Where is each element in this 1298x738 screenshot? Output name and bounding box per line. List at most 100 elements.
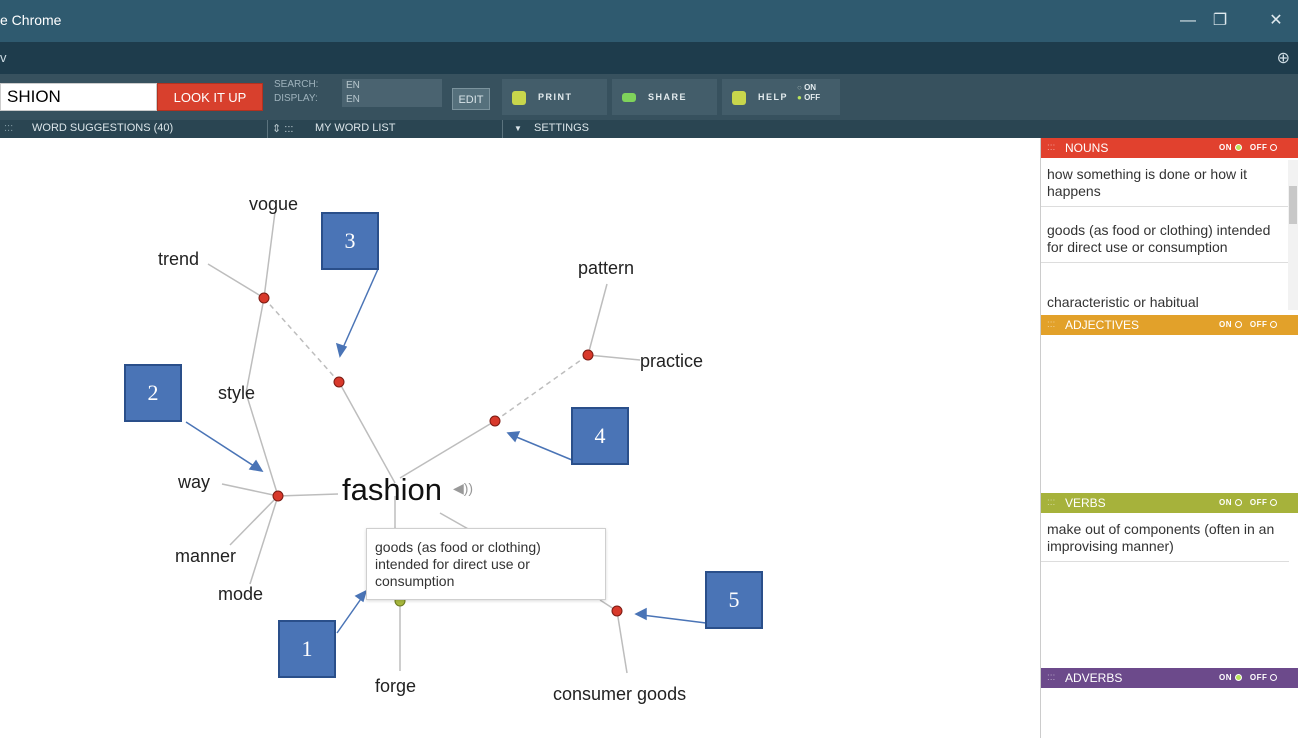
meaning-node[interactable] — [333, 376, 345, 388]
noun-definition[interactable]: goods (as food or clothing) intended for… — [1041, 216, 1289, 263]
display-lang-label: DISPLAY: — [274, 93, 318, 104]
window-title: e Chrome — [0, 12, 62, 28]
nouns-title: NOUNS — [1065, 141, 1109, 155]
print-label: PRINT — [538, 92, 573, 102]
meaning-node[interactable] — [258, 292, 270, 304]
word-pattern[interactable]: pattern — [578, 258, 634, 279]
tab-bar: ::: WORD SUGGESTIONS (40) ⇕ ::: MY WORD … — [0, 120, 1298, 138]
callout-2: 2 — [124, 364, 182, 422]
callout-arrow-5 — [641, 614, 707, 624]
edge-center-1 — [338, 381, 396, 484]
tab-divider — [502, 120, 503, 138]
callout-arrow-2 — [185, 421, 258, 469]
verbs-toggle[interactable]: ON OFF — [1219, 493, 1278, 513]
meaning-node[interactable] — [272, 490, 284, 502]
word-manner[interactable]: manner — [175, 546, 236, 567]
address-bar: v ⊕ — [0, 42, 1298, 74]
word-mode[interactable]: mode — [218, 584, 263, 605]
word-trend[interactable]: trend — [158, 249, 199, 270]
adjectives-title: ADJECTIVES — [1065, 318, 1140, 332]
tab-divider — [267, 120, 268, 138]
callout-1: 1 — [278, 620, 336, 678]
callout-arrowhead-1 — [354, 589, 368, 603]
help-label: HELP — [758, 92, 789, 102]
word-vogue[interactable]: vogue — [249, 194, 298, 215]
toggle-off-label: OFF — [1249, 673, 1268, 682]
address-text[interactable]: v — [0, 50, 7, 65]
callout-arrow-4 — [513, 435, 573, 461]
toggle-on-label: ON — [1219, 143, 1232, 152]
print-button[interactable]: PRINT — [502, 79, 607, 115]
nouns-scrollbar[interactable] — [1288, 160, 1298, 310]
search-lang-value[interactable]: EN — [342, 79, 442, 93]
definitions-panel: ::: NOUNS ON OFF how something is done o… — [1040, 138, 1298, 738]
meaning-node[interactable] — [582, 349, 594, 361]
look-it-up-button[interactable]: LOOK IT UP — [157, 83, 263, 111]
edit-button[interactable]: EDIT — [452, 88, 490, 110]
share-button[interactable]: SHARE — [612, 79, 717, 115]
callout-arrow-3 — [341, 268, 379, 351]
speaker-icon[interactable]: ◀)) — [453, 480, 473, 497]
language-settings: SEARCH: EN DISPLAY: EN — [274, 79, 450, 115]
close-button[interactable]: ✕ — [1256, 6, 1296, 36]
meaning-node[interactable] — [489, 415, 501, 427]
graph-edges — [185, 211, 707, 674]
adjectives-toggle[interactable]: ON OFF — [1219, 315, 1278, 335]
word-way[interactable]: way — [178, 472, 210, 493]
on-dot-icon — [1234, 321, 1242, 329]
edge-vogue — [263, 211, 276, 299]
grip-icon: ::: — [1047, 672, 1056, 683]
adjectives-header[interactable]: ::: ADJECTIVES ON OFF — [1041, 315, 1298, 335]
verb-definition[interactable]: make out of components (often in an impr… — [1041, 515, 1289, 562]
callout-arrowhead-2 — [248, 459, 264, 473]
display-lang-value[interactable]: EN — [342, 93, 442, 107]
noun-definition[interactable]: characteristic or habitual — [1041, 288, 1289, 314]
edge-center-3 — [399, 420, 496, 479]
search-lang-label: SEARCH: — [274, 79, 319, 90]
verbs-header[interactable]: ::: VERBS ON OFF — [1041, 493, 1298, 513]
scrollbar-thumb[interactable] — [1289, 186, 1297, 224]
definition-tooltip: goods (as food or clothing) intended for… — [366, 528, 606, 600]
grip-icon: ::: — [1047, 319, 1056, 330]
meaning-node[interactable] — [611, 605, 623, 617]
sort-icon[interactable]: ⇕ ::: — [272, 122, 293, 135]
edge-pattern — [587, 283, 608, 356]
center-word: fashion — [342, 472, 442, 507]
help-toggle[interactable]: ○ ON ● OFF — [797, 83, 820, 103]
on-dot-icon — [1234, 144, 1242, 152]
grip-icon: ::: — [1047, 497, 1056, 508]
off-dot-icon — [1270, 674, 1278, 682]
nouns-toggle[interactable]: ON OFF — [1219, 138, 1278, 158]
word-consumer-goods[interactable]: consumer goods — [553, 684, 686, 705]
toolbar: LOOK IT UP SEARCH: EN DISPLAY: EN EDIT P… — [0, 74, 1298, 120]
word-style[interactable]: style — [218, 383, 255, 404]
nouns-header[interactable]: ::: NOUNS ON OFF — [1041, 138, 1298, 158]
callout-4: 4 — [571, 407, 629, 465]
verbs-title: VERBS — [1065, 496, 1106, 510]
zoom-icon[interactable]: ⊕ — [1277, 48, 1290, 68]
tab-settings[interactable]: SETTINGS — [534, 122, 589, 134]
callout-arrowhead-3 — [335, 342, 348, 358]
restore-button[interactable]: ❐ — [1200, 6, 1240, 36]
grip-icon: ::: — [1047, 142, 1056, 153]
adverbs-header[interactable]: ::: ADVERBS ON OFF — [1041, 668, 1298, 688]
tab-word-suggestions[interactable]: WORD SUGGESTIONS (40) — [32, 122, 173, 134]
word-graph: vogue trend style way manner mode patter… — [0, 138, 1040, 738]
tab-my-word-list[interactable]: MY WORD LIST — [315, 122, 395, 134]
toggle-off-label: OFF — [1249, 498, 1268, 507]
callout-arrowhead-4 — [506, 431, 521, 443]
word-forge[interactable]: forge — [375, 676, 416, 697]
search-input[interactable] — [0, 83, 157, 111]
help-button[interactable]: HELP — [722, 79, 840, 115]
adverbs-toggle[interactable]: ON OFF — [1219, 668, 1278, 688]
title-bar: e Chrome — ❐ ✕ — [0, 0, 1298, 42]
word-practice[interactable]: practice — [640, 351, 703, 372]
toggle-off-label: OFF — [1249, 143, 1268, 152]
toggle-on-label: ON — [1219, 673, 1232, 682]
edge-mode — [249, 495, 279, 585]
share-label: SHARE — [648, 92, 688, 102]
noun-definition[interactable]: how something is done or how it happens — [1041, 160, 1289, 207]
callout-5: 5 — [705, 571, 763, 629]
dropdown-icon[interactable]: ▼ — [514, 124, 522, 133]
edge-center-2 — [277, 493, 339, 497]
